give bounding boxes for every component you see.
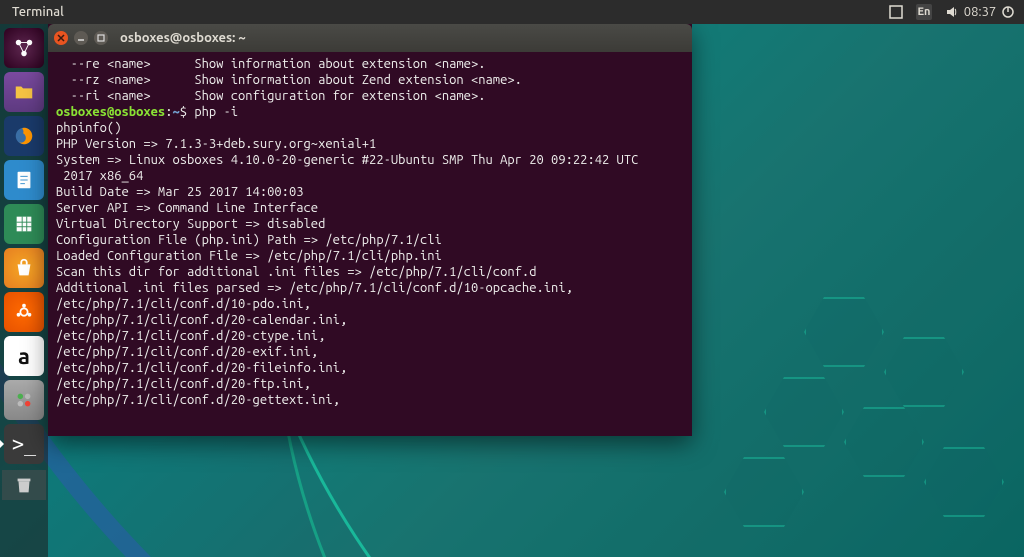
terminal-line: System => Linux osboxes 4.10.0-20-generi… bbox=[56, 152, 684, 168]
close-button[interactable] bbox=[54, 31, 68, 45]
network-icon[interactable] bbox=[888, 4, 904, 20]
terminal-line: --re <name> Show information about exten… bbox=[56, 56, 684, 72]
terminal-line: PHP Version => 7.1.3-3+deb.sury.org~xeni… bbox=[56, 136, 684, 152]
terminal-line: Configuration File (php.ini) Path => /et… bbox=[56, 232, 684, 248]
minimize-button[interactable] bbox=[74, 31, 88, 45]
terminal-line: /etc/php/7.1/cli/conf.d/20-gettext.ini, bbox=[56, 392, 684, 408]
terminal-prompt-line: osboxes@osboxes:~$ php -i bbox=[56, 104, 684, 120]
terminal-line: /etc/php/7.1/cli/conf.d/20-fileinfo.ini, bbox=[56, 360, 684, 376]
prompt-path: ~ bbox=[172, 105, 179, 119]
spreadsheet-icon[interactable] bbox=[4, 204, 44, 244]
terminal-command: php -i bbox=[194, 105, 238, 119]
window-title: osboxes@osboxes: ~ bbox=[120, 31, 246, 45]
dash-icon[interactable] bbox=[4, 28, 44, 68]
terminal-icon[interactable]: >_ bbox=[4, 424, 44, 464]
terminal-line: phpinfo() bbox=[56, 120, 684, 136]
terminal-line: Loaded Configuration File => /etc/php/7.… bbox=[56, 248, 684, 264]
terminal-line: --rz <name> Show information about Zend … bbox=[56, 72, 684, 88]
maximize-button[interactable] bbox=[94, 31, 108, 45]
terminal-window: osboxes@osboxes: ~ --re <name> Show info… bbox=[48, 24, 692, 436]
terminal-line: --ri <name> Show configuration for exten… bbox=[56, 88, 684, 104]
terminal-line: /etc/php/7.1/cli/conf.d/20-exif.ini, bbox=[56, 344, 684, 360]
terminal-line: Additional .ini files parsed => /etc/php… bbox=[56, 280, 684, 296]
prompt-user: osboxes@osboxes bbox=[56, 105, 165, 119]
terminal-line: Server API => Command Line Interface bbox=[56, 200, 684, 216]
unity-launcher: a >_ bbox=[0, 24, 48, 557]
amazon-icon[interactable]: a bbox=[4, 336, 44, 376]
settings-icon[interactable] bbox=[4, 380, 44, 420]
software-center-icon[interactable] bbox=[4, 248, 44, 288]
terminal-line: /etc/php/7.1/cli/conf.d/20-ctype.ini, bbox=[56, 328, 684, 344]
system-tray: En 08:37 bbox=[888, 4, 1016, 20]
firefox-icon[interactable] bbox=[4, 116, 44, 156]
active-app-title: Terminal bbox=[12, 5, 64, 19]
terminal-line: /etc/php/7.1/cli/conf.d/20-calendar.ini, bbox=[56, 312, 684, 328]
clock[interactable]: 08:37 bbox=[972, 4, 988, 20]
keyboard-layout-indicator[interactable]: En bbox=[916, 4, 932, 20]
terminal-output[interactable]: --re <name> Show information about exten… bbox=[48, 52, 692, 436]
power-icon[interactable] bbox=[1000, 4, 1016, 20]
window-titlebar[interactable]: osboxes@osboxes: ~ bbox=[48, 24, 692, 52]
volume-icon[interactable] bbox=[944, 4, 960, 20]
terminal-line: /etc/php/7.1/cli/conf.d/20-ftp.ini, bbox=[56, 376, 684, 392]
top-panel: Terminal En 08:37 bbox=[0, 0, 1024, 24]
terminal-line: Scan this dir for additional .ini files … bbox=[56, 264, 684, 280]
terminal-line: Build Date => Mar 25 2017 14:00:03 bbox=[56, 184, 684, 200]
terminal-line: Virtual Directory Support => disabled bbox=[56, 216, 684, 232]
terminal-line: /etc/php/7.1/cli/conf.d/10-pdo.ini, bbox=[56, 296, 684, 312]
files-icon[interactable] bbox=[4, 72, 44, 112]
terminal-line: 2017 x86_64 bbox=[56, 168, 684, 184]
ubuntu-icon[interactable] bbox=[4, 292, 44, 332]
document-icon[interactable] bbox=[4, 160, 44, 200]
trash-icon[interactable] bbox=[2, 470, 46, 500]
